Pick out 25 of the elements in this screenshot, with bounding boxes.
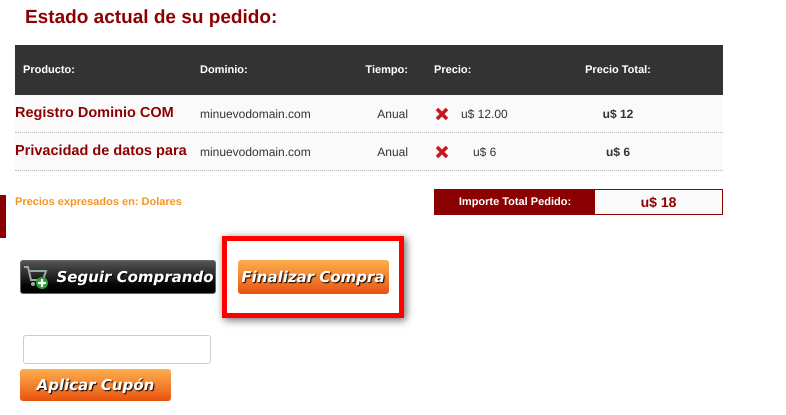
- domain-cell-text: minuevodomain.com: [200, 144, 312, 160]
- price-cell-text: u$ 6: [473, 144, 496, 160]
- coupon-field[interactable]: [23, 335, 211, 364]
- column-header: Producto:: [22, 62, 76, 78]
- column-header: Dominio:: [200, 62, 249, 78]
- column-header: Precio:: [433, 62, 472, 78]
- term-cell-text: Anual: [376, 106, 408, 122]
- product-cell-text: Privacidad de datos para: [15, 142, 188, 161]
- apply-coupon-button[interactable]: Aplicar Cupón: [20, 369, 171, 401]
- checkout-button[interactable]: Finalizar Compra: [238, 260, 388, 294]
- total-cell-text: u$ 12: [602, 106, 634, 122]
- column-header: Tiempo:: [364, 62, 408, 78]
- term-cell-text: Anual: [376, 144, 408, 160]
- total-cell-text: u$ 6: [604, 144, 631, 160]
- order-total-value: u$ 18: [595, 190, 722, 214]
- remove-icon[interactable]: [435, 106, 449, 120]
- column-header: Precio Total:: [584, 62, 652, 78]
- product-cell-text: Registro Dominio COM: [15, 104, 175, 123]
- price-cell-text: u$ 12.00: [461, 106, 508, 122]
- currency-note: Precios expresados en: Dolares: [15, 194, 182, 210]
- continue-shopping-button[interactable]: Seguir Comprando: [20, 260, 216, 294]
- order-total-label: Importe Total Pedido:: [435, 190, 595, 214]
- domain-cell-text: minuevodomain.com: [200, 106, 312, 122]
- page-title: Estado actual de su pedido:: [25, 6, 278, 30]
- remove-icon[interactable]: [435, 144, 449, 158]
